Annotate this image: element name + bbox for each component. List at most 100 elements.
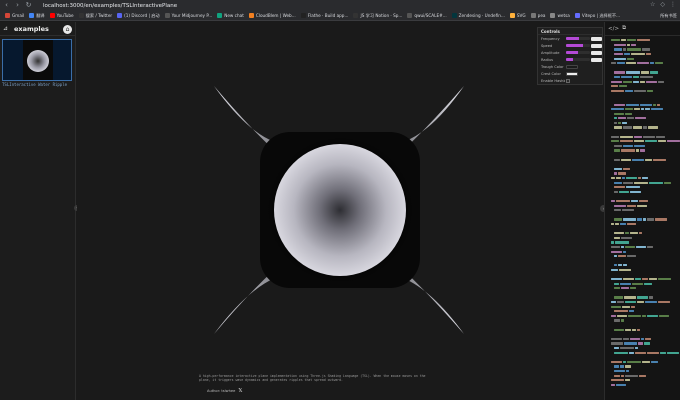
bookmark-item[interactable]: New chat	[217, 13, 244, 18]
code-token	[626, 71, 640, 74]
code-token	[660, 351, 666, 354]
code-token	[617, 301, 624, 304]
home-icon[interactable]: ⌂	[63, 25, 72, 34]
code-token	[611, 314, 616, 318]
bookmark-item[interactable]: Gmail	[5, 13, 24, 18]
bookmarks-bar: Gmail 翻译 YouTube 搜索 / Twitter (1) Discord | …	[0, 11, 680, 21]
bookmark-item[interactable]: wetsa	[550, 13, 570, 18]
code-token	[625, 112, 632, 115]
code-token	[622, 209, 634, 212]
code-token	[625, 379, 630, 382]
extensions-icon[interactable]: ◇	[660, 1, 665, 8]
code-brackets-icon[interactable]: </>	[608, 26, 619, 32]
ripple-sphere	[274, 144, 406, 276]
code-token	[611, 383, 615, 386]
code-token	[623, 48, 626, 51]
color-swatch[interactable]	[566, 71, 578, 76]
bookmark-item[interactable]: Zendesing · Undefin...	[451, 13, 505, 18]
code-token	[618, 121, 621, 125]
code-token	[640, 75, 653, 79]
thumbnail-label[interactable]: TSLInteractive Water Ripple	[2, 82, 67, 87]
code-token	[614, 204, 626, 207]
code-token	[637, 296, 648, 299]
bookmark-item[interactable]: CloudBlem | Web...	[248, 13, 296, 18]
code-token	[614, 296, 623, 299]
bookmark-item[interactable]: JS 学习 Notion · Sp...	[353, 13, 402, 19]
control-slider[interactable]	[566, 37, 590, 40]
code-editor[interactable]	[605, 38, 680, 396]
code-token	[614, 149, 620, 152]
code-token	[633, 75, 639, 79]
copy-icon[interactable]: ⧉	[622, 25, 626, 32]
bookmark-item[interactable]: (1) Discord | 启动	[117, 13, 160, 19]
forward-arrow-icon[interactable]: ›	[13, 1, 22, 10]
code-token	[627, 43, 630, 46]
code-token	[649, 296, 653, 299]
code-token	[621, 374, 624, 377]
code-token	[623, 264, 627, 267]
control-checkbox[interactable]	[566, 78, 570, 83]
code-token	[614, 310, 628, 313]
bookmark-item[interactable]: pea	[530, 13, 545, 18]
bookmark-item[interactable]: YouTube	[49, 13, 74, 18]
bookmark-item[interactable]: Your Midjourney P...	[164, 13, 212, 18]
wave-plane-render	[214, 86, 464, 334]
browser-address-bar: ‹ › ↻ localhost:3000/en/examples/TSLInte…	[0, 0, 680, 11]
control-number-input[interactable]	[591, 50, 602, 55]
render-canvas[interactable]: A high-performance interactive plane imp…	[77, 22, 602, 400]
control-number-input[interactable]	[591, 57, 602, 62]
menu-icon[interactable]: ⋮	[670, 1, 676, 8]
code-token	[647, 218, 654, 221]
bookmark-item[interactable]: 翻译	[29, 13, 45, 19]
control-number-input[interactable]	[591, 36, 602, 41]
back-arrow-icon[interactable]: ‹	[2, 1, 11, 10]
bookmark-item[interactable]: Vitepo | 选择框不...	[574, 13, 620, 19]
code-token	[611, 62, 616, 65]
bookmark-item[interactable]: qwui/SCALE#...	[407, 13, 447, 18]
code-token	[615, 241, 629, 244]
author-name[interactable]: Author: tslwhee	[207, 389, 235, 393]
code-token	[631, 43, 636, 46]
code-token	[623, 167, 630, 171]
code-token	[620, 365, 624, 368]
code-token	[637, 62, 649, 65]
code-token	[625, 328, 631, 331]
bookmark-item[interactable]: SVG	[509, 13, 526, 18]
code-token	[656, 135, 665, 138]
bookmark-item[interactable]: Flathe · Build app...	[300, 13, 348, 18]
code-token	[614, 43, 626, 46]
code-token	[614, 71, 625, 74]
code-token	[624, 342, 637, 345]
color-swatch[interactable]	[566, 64, 578, 69]
code-token	[642, 48, 650, 51]
x-logo-icon[interactable]: 𝕏	[238, 388, 242, 394]
code-token	[614, 172, 617, 175]
bookmark-label: New chat	[224, 13, 244, 18]
control-label: Enable Hashing	[541, 78, 565, 83]
code-token	[623, 250, 626, 253]
reload-icon[interactable]: ↻	[24, 1, 33, 10]
bookmark-item[interactable]: 搜索 / Twitter	[78, 13, 112, 19]
code-token	[611, 241, 614, 244]
control-number-input[interactable]	[591, 43, 602, 48]
code-token	[614, 52, 623, 56]
code-token	[611, 305, 621, 308]
code-token	[614, 167, 622, 171]
all-bookmarks-button[interactable]: 所有书签	[657, 13, 677, 19]
control-slider[interactable]	[566, 51, 590, 54]
code-token	[627, 204, 636, 207]
example-thumbnail[interactable]	[2, 39, 72, 81]
code-token	[630, 190, 641, 193]
bookmark-favicon-icon	[78, 13, 84, 18]
control-row: Enable Hashing	[538, 77, 602, 84]
url-field[interactable]: localhost:3000/en/examples/TSLInteractiv…	[43, 3, 177, 9]
code-token	[643, 126, 647, 129]
control-row: Crest Color	[538, 70, 602, 77]
code-token	[623, 144, 633, 148]
star-icon[interactable]: ☆	[650, 1, 655, 8]
code-token	[644, 282, 652, 285]
code-token	[647, 245, 653, 249]
code-token	[611, 250, 622, 253]
control-slider[interactable]	[566, 58, 590, 61]
control-slider[interactable]	[566, 44, 590, 47]
